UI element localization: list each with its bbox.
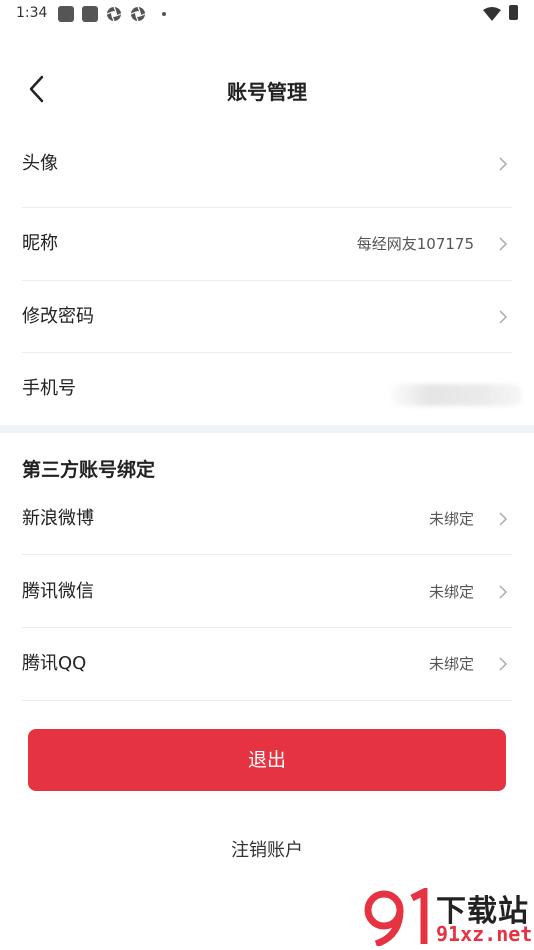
row-label: 腾讯QQ [22,653,87,674]
row-label: 昵称 [22,233,58,254]
chevron-right-icon [499,157,508,171]
page-title: 账号管理 [227,80,307,104]
more-notifications-icon [162,12,166,16]
wifi-icon [483,7,501,21]
watermark-url: 91xz.net [436,922,533,946]
status-bar: 1:34 [0,0,534,30]
watermark: 下载站 91xz.net [362,886,532,948]
header: 账号管理 [0,58,534,120]
weibo-row[interactable]: 新浪微博 未绑定 [22,483,512,555]
logout-button[interactable]: 退出 [28,729,506,791]
chevron-right-icon [499,585,508,599]
row-label: 腾讯微信 [22,581,94,602]
nickname-value: 每经网友107175 [356,235,474,253]
chevron-right-icon [499,237,508,251]
section-separator [0,425,534,433]
row-label: 修改密码 [22,306,94,327]
row-label: 头像 [22,153,58,174]
row-label: 新浪微博 [22,508,94,529]
blurred-phone-number [390,384,522,406]
change-password-row[interactable]: 修改密码 [22,281,512,353]
binding-status: 未绑定 [428,583,474,601]
binding-status: 未绑定 [428,510,474,528]
nickname-row[interactable]: 昵称 每经网友107175 [22,208,512,280]
row-label: 手机号 [22,378,76,399]
notification-icon [58,6,74,22]
divider [22,700,512,701]
wechat-row[interactable]: 腾讯微信 未绑定 [22,556,512,628]
divider [22,554,512,555]
qq-row[interactable]: 腾讯QQ 未绑定 [22,628,512,700]
aperture-icon [130,6,146,22]
battery-icon [509,5,518,20]
chevron-right-icon [499,310,508,324]
cancel-account-link[interactable]: 注销账户 [0,836,534,862]
binding-status: 未绑定 [428,655,474,673]
section-title: 第三方账号绑定 [22,459,156,481]
avatar-row[interactable]: 头像 [22,128,512,200]
status-time: 1:34 [16,5,48,21]
aperture-icon [106,6,122,22]
chevron-right-icon [499,512,508,526]
watermark-logo-icon [364,888,428,946]
chevron-right-icon [499,657,508,671]
notification-icon [82,6,98,22]
